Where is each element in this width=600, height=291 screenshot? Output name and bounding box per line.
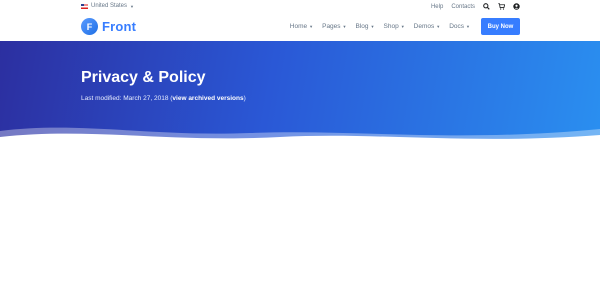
- nav-home-label: Home: [289, 23, 308, 30]
- chevron-down-icon: ▼: [309, 24, 314, 29]
- hero-banner: Privacy & Policy Last modified: March 27…: [0, 41, 600, 149]
- nav-shop[interactable]: Shop ▼: [384, 23, 405, 30]
- last-modified-text: Last modified: March 27, 2018 (view arch…: [81, 95, 246, 102]
- header: F Front Home ▼ Pages ▼ Blog ▼ Shop ▼ Demos ▼ …: [0, 16, 600, 41]
- archived-versions-link[interactable]: view archived versions: [172, 95, 243, 102]
- nav-home[interactable]: Home ▼: [290, 23, 313, 30]
- nav-demos-label: Demos: [413, 23, 435, 30]
- nav-shop-label: Shop: [383, 23, 399, 30]
- nav-blog-label: Blog: [355, 23, 369, 30]
- nav-pages[interactable]: Pages ▼: [322, 23, 346, 30]
- chevron-down-icon: ▼: [342, 24, 347, 29]
- chevron-down-icon: ▼: [466, 24, 470, 29]
- nav-docs-label: Docs: [449, 23, 465, 30]
- logo-text: Front: [102, 19, 137, 34]
- flag-us-icon: [81, 3, 88, 9]
- top-links: Help Contacts: [431, 3, 520, 10]
- search-icon[interactable]: [483, 3, 490, 10]
- nav-pages-label: Pages: [322, 23, 341, 30]
- page-title: Privacy & Policy: [81, 69, 206, 86]
- chevron-down-icon: ▼: [436, 24, 441, 29]
- topbar: United States ▼ Help Contacts: [0, 0, 600, 16]
- buy-now-button[interactable]: Buy Now: [481, 18, 520, 35]
- main-nav: Home ▼ Pages ▼ Blog ▼ Shop ▼ Demos ▼ Docs ▼: [290, 23, 470, 30]
- help-link[interactable]: Help: [431, 4, 443, 10]
- last-modified-suffix: ): [243, 95, 246, 102]
- chevron-down-icon: ▼: [400, 24, 405, 29]
- cart-icon[interactable]: [498, 3, 505, 10]
- user-icon[interactable]: [513, 3, 520, 10]
- nav-docs[interactable]: Docs ▼: [449, 23, 470, 30]
- language-selector[interactable]: United States ▼: [81, 3, 134, 9]
- nav-demos[interactable]: Demos ▼: [414, 23, 441, 30]
- chevron-down-icon: ▼: [130, 3, 134, 9]
- hero-wave: [0, 127, 600, 149]
- locale-label: United States: [91, 3, 128, 9]
- last-modified-prefix: Last modified: March 27, 2018 (: [81, 95, 173, 102]
- logo-icon: F: [81, 18, 98, 35]
- logo[interactable]: F Front: [81, 18, 136, 35]
- contacts-link[interactable]: Contacts: [451, 4, 475, 10]
- chevron-down-icon: ▼: [370, 24, 375, 29]
- nav-blog[interactable]: Blog ▼: [356, 23, 375, 30]
